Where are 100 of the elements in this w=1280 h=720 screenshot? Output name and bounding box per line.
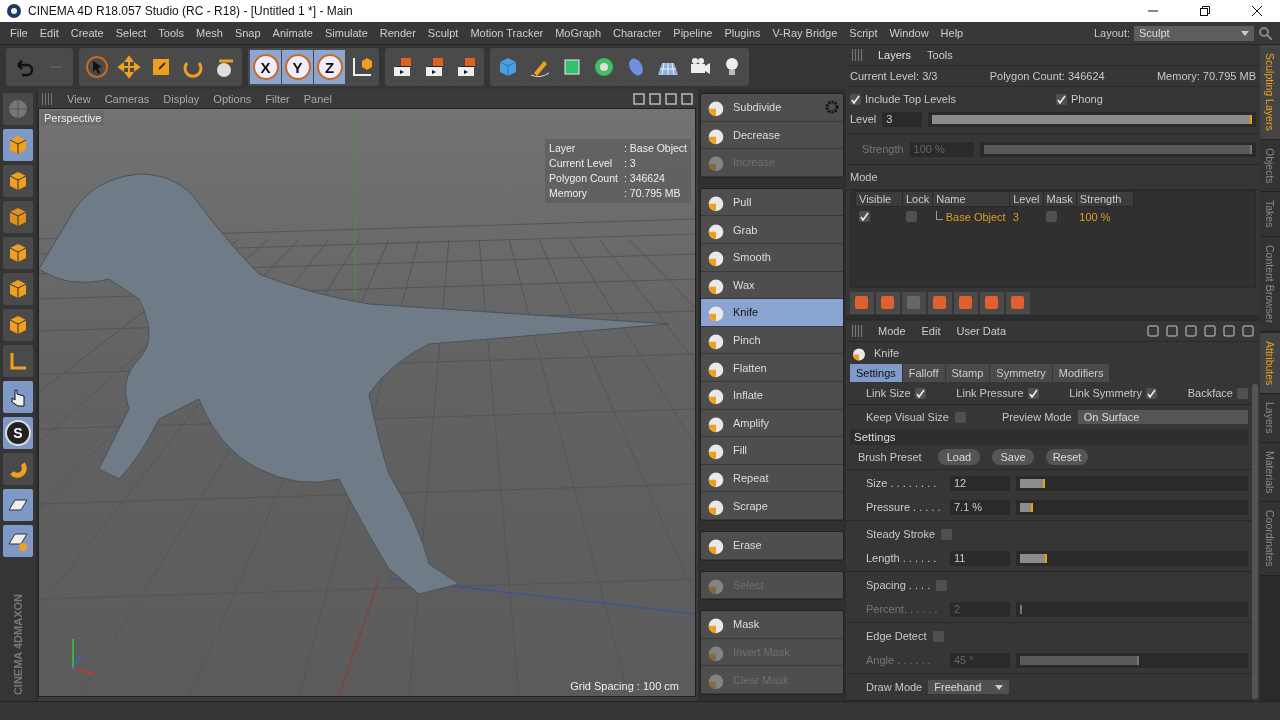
merge-down-button[interactable]	[980, 292, 1004, 314]
magnet-button[interactable]	[3, 453, 33, 485]
sculpt-tool-button[interactable]: Smooth	[701, 243, 843, 272]
menu-item[interactable]: Mesh	[190, 27, 229, 39]
checkbox[interactable]	[954, 411, 966, 423]
attribute-tab[interactable]: Modifiers	[1052, 364, 1110, 382]
checkbox[interactable]	[1236, 387, 1248, 399]
layer-name-cell[interactable]: Base Object	[932, 206, 1010, 227]
add-layer-button[interactable]	[850, 292, 874, 314]
merge-visible-button[interactable]	[1006, 292, 1030, 314]
checkbox[interactable]	[936, 579, 948, 591]
side-tab[interactable]: Layers	[1260, 394, 1280, 443]
slider-track[interactable]	[928, 111, 1256, 127]
checkbox[interactable]	[1056, 93, 1067, 105]
mask-checkbox[interactable]	[1046, 210, 1058, 222]
viewport-menu-item[interactable]: Options	[206, 92, 259, 105]
sculpt-tool-button[interactable]: Pull	[701, 188, 843, 217]
snap-button[interactable]: S	[3, 417, 33, 449]
slider-track[interactable]	[1016, 601, 1248, 617]
sculpt-tool-button[interactable]: Flatten	[701, 354, 843, 382]
side-tab[interactable]: Content Browser	[1260, 236, 1280, 332]
delete-layer-button[interactable]	[928, 292, 952, 314]
panel-tab[interactable]: Layers	[870, 49, 920, 61]
axis-mode-button[interactable]	[3, 345, 33, 377]
grip-handle-icon[interactable]	[42, 92, 54, 105]
cube-mode-button[interactable]	[3, 237, 33, 269]
value-field[interactable]: 12	[950, 475, 1010, 491]
menu-item[interactable]: MoGraph	[549, 27, 608, 39]
cube-mode-button[interactable]	[3, 129, 33, 161]
cube-mode-button[interactable]	[3, 273, 33, 305]
tweak-mode-button[interactable]	[3, 381, 33, 413]
attributes-menu-item[interactable]: User Data	[948, 325, 1015, 337]
side-tab[interactable]: Attributes	[1260, 333, 1280, 395]
attributes-menu-item[interactable]: Mode	[870, 325, 914, 337]
axis-lock-button[interactable]: Z	[314, 50, 345, 84]
lock-checkbox[interactable]	[905, 210, 917, 222]
checkbox[interactable]	[1027, 387, 1039, 399]
grid-plane-mode-button[interactable]	[3, 201, 33, 233]
side-tab[interactable]: Takes	[1260, 192, 1280, 237]
value-field[interactable]: 11	[950, 550, 1010, 566]
column-header[interactable]: Lock	[902, 191, 933, 207]
value-field[interactable]: 7.1 %	[950, 499, 1010, 515]
checkbox[interactable]	[941, 528, 953, 540]
checkbox[interactable]	[932, 630, 944, 642]
menu-item[interactable]: Character	[607, 27, 668, 39]
menu-item[interactable]: Render	[373, 27, 422, 39]
sculpt-tool-button[interactable]: Amplify	[701, 409, 843, 438]
preset-button[interactable]: Save	[992, 449, 1034, 465]
attribute-tab[interactable]: Falloff	[902, 364, 945, 382]
sculpt-tool-button[interactable]: Erase	[701, 531, 843, 560]
menu-item[interactable]: Help	[934, 27, 970, 39]
attributes-menu-item[interactable]: Edit	[913, 325, 949, 337]
column-header[interactable]: Strength	[1076, 191, 1134, 207]
sculpt-tool-button[interactable]: Fill	[701, 437, 843, 465]
sculpt-tool-button[interactable]: Mask	[701, 611, 843, 639]
axis-lock-button[interactable]: Y	[282, 50, 313, 84]
grip-handle-icon[interactable]	[852, 325, 864, 337]
sculpt-tool-button[interactable]: Scrape	[701, 492, 843, 520]
menu-item[interactable]: Window	[883, 27, 935, 39]
attribute-tab[interactable]: Stamp	[945, 364, 990, 382]
checkbox[interactable]	[1146, 387, 1158, 399]
viewport-menu-item[interactable]: Panel	[296, 92, 339, 105]
menu-item[interactable]: Animate	[266, 27, 319, 39]
menu-item[interactable]: Tools	[152, 27, 190, 39]
slider-track[interactable]	[1016, 475, 1248, 491]
menu-item[interactable]: Pipeline	[667, 27, 719, 39]
side-tab[interactable]: Objects	[1260, 139, 1280, 193]
side-tab[interactable]: Sculpting Layers	[1260, 45, 1280, 140]
slider-track[interactable]	[1016, 499, 1248, 515]
sculpt-tool-button[interactable]: Pinch	[701, 326, 843, 355]
menu-item[interactable]: V-Ray Bridge	[766, 27, 844, 39]
slider-track[interactable]	[1016, 550, 1248, 566]
viewport-menu-item[interactable]: View	[60, 92, 98, 105]
column-header[interactable]: Visible	[855, 191, 903, 207]
viewport-menu-item[interactable]: Filter	[258, 92, 297, 105]
add-folder-button[interactable]	[876, 292, 900, 314]
workplane-button[interactable]	[3, 525, 33, 557]
level-field[interactable]: 3	[882, 111, 923, 127]
scrollbar[interactable]	[1252, 384, 1258, 699]
sculpt-tool-button[interactable]: Decrease	[701, 121, 843, 150]
attribute-tab[interactable]: Settings	[850, 364, 902, 382]
workplane-lock-button[interactable]	[3, 489, 33, 521]
viewport-menu-item[interactable]: Display	[156, 92, 207, 105]
menu-item[interactable]: Motion Tracker	[464, 27, 550, 39]
preset-button[interactable]: Load	[938, 449, 980, 465]
sculpt-tool-button[interactable]: Subdivide	[701, 94, 843, 122]
draw-mode-dropdown[interactable]: Freehand	[928, 680, 1010, 694]
column-header[interactable]: Name	[932, 191, 1010, 207]
checkbox[interactable]	[850, 93, 861, 105]
visible-checkbox[interactable]	[858, 211, 870, 222]
side-tab[interactable]: Coordinates	[1260, 502, 1280, 577]
column-header[interactable]: Mask	[1043, 191, 1077, 207]
menu-item[interactable]: File	[4, 27, 34, 39]
bake-layer-button[interactable]	[954, 292, 978, 314]
slider-track[interactable]	[979, 141, 1256, 157]
sculpt-tool-button[interactable]: Wax	[701, 271, 843, 300]
sculpt-tool-button[interactable]: Grab	[701, 216, 843, 244]
menu-item[interactable]: Create	[64, 27, 110, 39]
menu-item[interactable]: Snap	[228, 27, 267, 39]
slider-track[interactable]	[1016, 652, 1248, 668]
